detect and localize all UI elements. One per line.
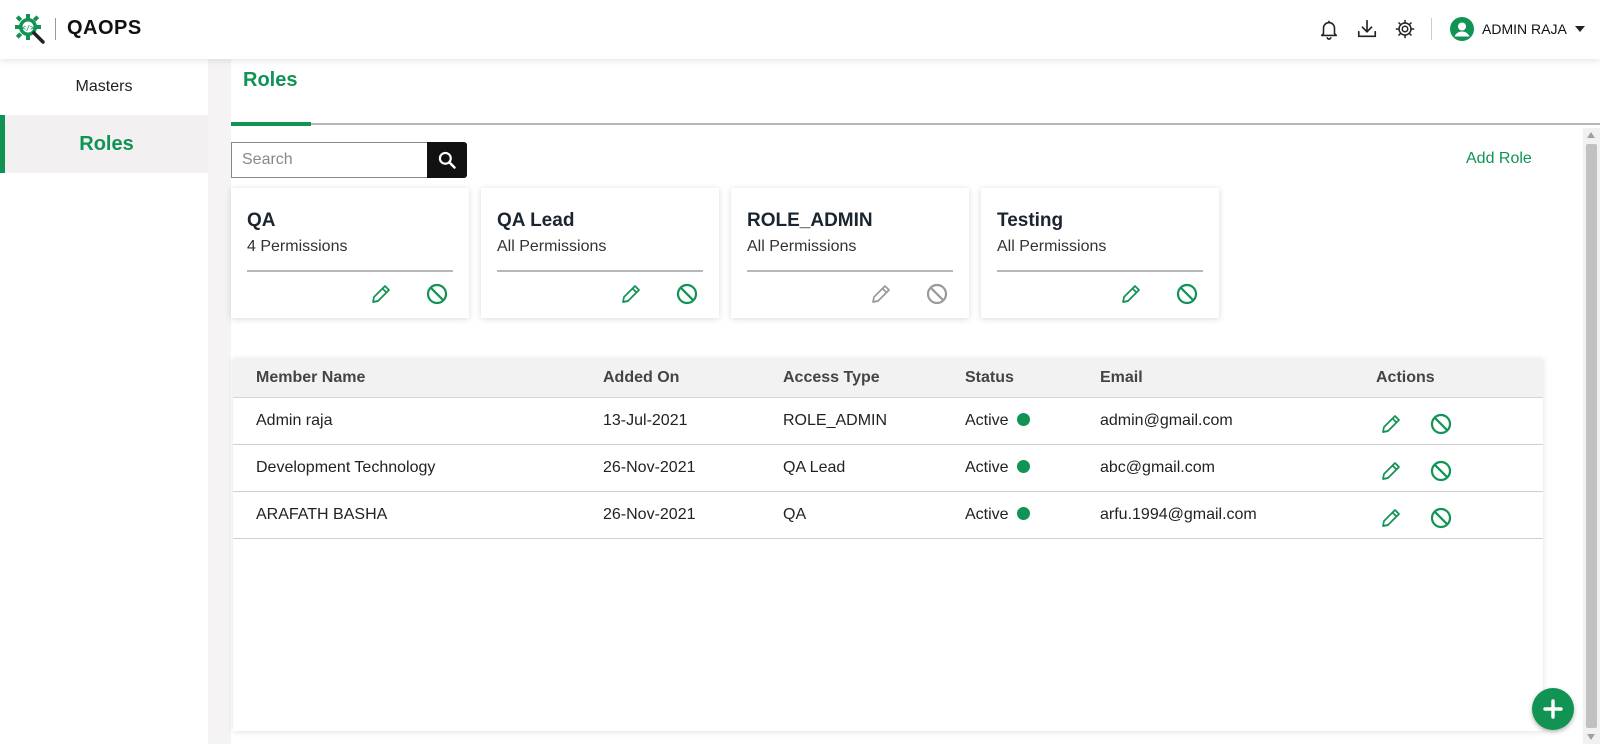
sidebar-item-masters[interactable]: Masters	[0, 59, 208, 115]
role-permissions: 4 Permissions	[247, 238, 348, 255]
search-box	[231, 142, 467, 178]
column-header: Actions	[1376, 369, 1435, 386]
member-name: ARAFATH BASHA	[256, 506, 388, 523]
added-on: 26-Nov-2021	[603, 459, 696, 476]
search-button[interactable]	[427, 142, 467, 178]
role-card[interactable]: QA 4 Permissions	[231, 188, 469, 318]
block-icon[interactable]	[1429, 412, 1453, 436]
role-card[interactable]: QA Lead All Permissions	[481, 188, 719, 318]
role-cards: QA 4 Permissions QA Lead All Permissions…	[231, 188, 1231, 318]
column-header[interactable]: Email	[1100, 369, 1143, 387]
access-type: ROLE_ADMIN	[783, 412, 888, 429]
member-name: Admin raja	[256, 412, 333, 429]
edit-icon[interactable]	[619, 282, 643, 306]
status: Active	[965, 506, 1030, 524]
added-on: 26-Nov-2021	[603, 506, 696, 523]
card-divider	[997, 270, 1203, 272]
sidebar-item-label: Roles	[79, 132, 134, 155]
edit-icon[interactable]	[369, 282, 393, 306]
tab-bar: Roles	[231, 59, 1600, 126]
tab-roles[interactable]: Roles	[243, 69, 297, 92]
block-icon[interactable]	[1429, 506, 1453, 530]
role-permissions: All Permissions	[997, 238, 1107, 255]
role-permissions: All Permissions	[747, 238, 857, 255]
card-divider	[247, 270, 453, 272]
role-card[interactable]: Testing All Permissions	[981, 188, 1219, 318]
avatar-icon	[1450, 17, 1474, 41]
table-row[interactable]: ARAFATH BASHA 26-Nov-2021 QA Active arfu…	[233, 492, 1543, 539]
sidebar-item-label: Masters	[75, 78, 133, 95]
top-header: </> QAOPS ADMIN RAJA	[0, 0, 1600, 59]
sidebar: Masters Roles	[0, 59, 208, 744]
brand-name[interactable]: QAOPS	[67, 17, 142, 40]
block-icon[interactable]	[1175, 282, 1199, 306]
plus-icon	[1543, 699, 1563, 719]
bell-icon[interactable]	[1318, 18, 1340, 40]
scrollbar-thumb[interactable]	[1586, 144, 1597, 728]
table-row[interactable]: Development Technology 26-Nov-2021 QA Le…	[233, 445, 1543, 492]
status: Active	[965, 459, 1030, 477]
edit-icon[interactable]	[1379, 459, 1403, 483]
status-dot-icon	[1016, 507, 1030, 520]
edit-icon-disabled	[869, 282, 893, 306]
table-row[interactable]: Admin raja 13-Jul-2021 ROLE_ADMIN Active…	[233, 398, 1543, 445]
role-title: QA	[247, 210, 276, 231]
column-header[interactable]: Access Type	[783, 369, 880, 387]
edit-icon[interactable]	[1119, 282, 1143, 306]
access-type: QA	[783, 506, 807, 523]
added-on: 13-Jul-2021	[603, 412, 688, 429]
status-dot-icon	[1016, 460, 1030, 473]
status-text: Active	[965, 412, 1009, 429]
logo-divider	[55, 18, 56, 40]
add-floating-button[interactable]	[1532, 688, 1574, 730]
sidebar-item-roles[interactable]: Roles	[0, 115, 208, 173]
settings-icon[interactable]	[1394, 18, 1416, 40]
role-card[interactable]: ROLE_ADMIN All Permissions	[731, 188, 969, 318]
user-name: ADMIN RAJA	[1482, 21, 1567, 37]
role-title: QA Lead	[497, 210, 575, 231]
status: Active	[965, 412, 1030, 430]
role-permissions: All Permissions	[497, 238, 607, 255]
column-header[interactable]: Status	[965, 369, 1014, 387]
status-dot-icon	[1016, 413, 1030, 426]
svg-text:</>: </>	[22, 24, 35, 32]
table-header: Member Name Added On Access Type Status …	[233, 358, 1543, 398]
header-divider	[1431, 18, 1432, 40]
block-icon[interactable]	[425, 282, 449, 306]
status-text: Active	[965, 506, 1009, 523]
search-input[interactable]	[231, 142, 427, 178]
status-text: Active	[965, 459, 1009, 476]
email: arfu.1994@gmail.com	[1100, 506, 1257, 523]
card-divider	[747, 270, 953, 272]
user-menu[interactable]: ADMIN RAJA	[1450, 17, 1585, 41]
card-divider	[497, 270, 703, 272]
edit-icon[interactable]	[1379, 506, 1403, 530]
role-title: ROLE_ADMIN	[747, 210, 873, 231]
role-title: Testing	[997, 210, 1064, 231]
email: abc@gmail.com	[1100, 459, 1215, 476]
column-header[interactable]: Added On	[603, 369, 679, 387]
scroll-up-icon[interactable]	[1587, 132, 1595, 138]
member-name: Development Technology	[256, 459, 436, 476]
gear-code-logo-icon[interactable]: </>	[14, 13, 46, 45]
edit-icon[interactable]	[1379, 412, 1403, 436]
block-icon-disabled	[925, 282, 949, 306]
email: admin@gmail.com	[1100, 412, 1233, 429]
active-tab-indicator	[231, 122, 311, 126]
vertical-scrollbar[interactable]	[1583, 128, 1600, 744]
block-icon[interactable]	[1429, 459, 1453, 483]
block-icon[interactable]	[675, 282, 699, 306]
members-table: Member Name Added On Access Type Status …	[233, 358, 1543, 731]
chevron-down-icon[interactable]	[1574, 26, 1585, 32]
scroll-down-icon[interactable]	[1587, 734, 1595, 740]
access-type: QA Lead	[783, 459, 846, 476]
column-header[interactable]: Member Name	[256, 369, 365, 387]
download-icon[interactable]	[1356, 18, 1378, 40]
add-role-link[interactable]: Add Role	[1466, 150, 1532, 168]
search-icon	[438, 151, 456, 169]
